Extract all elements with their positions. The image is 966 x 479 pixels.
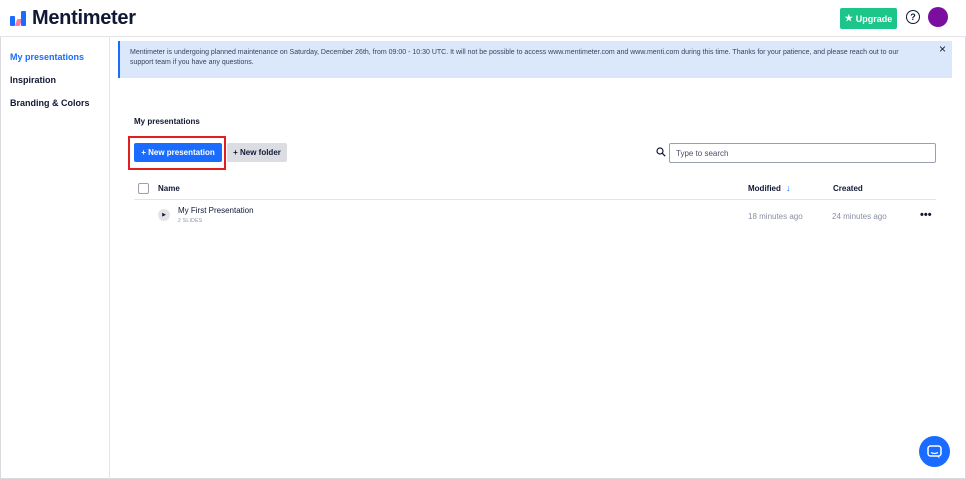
page-title: My presentations <box>134 117 200 126</box>
table-header: Name Modified ↓ Created <box>134 181 936 200</box>
avatar[interactable] <box>928 7 948 27</box>
upgrade-button[interactable]: ★ Upgrade <box>840 8 897 29</box>
search-input[interactable] <box>669 143 936 163</box>
search-icon <box>656 147 666 157</box>
play-icon[interactable]: ▶ <box>158 209 170 221</box>
maintenance-banner: Mentimeter is undergoing planned mainten… <box>118 41 952 78</box>
presentation-title[interactable]: My First Presentation <box>178 206 254 215</box>
brand-name: Mentimeter <box>32 7 136 29</box>
column-modified[interactable]: Modified <box>748 184 781 193</box>
chat-support-button[interactable] <box>919 436 950 467</box>
new-folder-button[interactable]: + New folder <box>227 143 287 162</box>
mentimeter-logo[interactable]: Mentimeter <box>10 7 136 30</box>
modified-time: 18 minutes ago <box>748 212 803 221</box>
select-all-checkbox[interactable] <box>138 183 149 194</box>
column-created[interactable]: Created <box>833 184 863 193</box>
help-icon[interactable]: ? <box>906 10 920 24</box>
upgrade-label: Upgrade <box>855 13 893 24</box>
sort-down-icon[interactable]: ↓ <box>786 183 791 193</box>
sidebar: My presentations Inspiration Branding & … <box>0 37 110 479</box>
new-presentation-button[interactable]: + New presentation <box>134 143 222 162</box>
column-name[interactable]: Name <box>158 184 180 193</box>
created-time: 24 minutes ago <box>832 212 887 221</box>
sidebar-item-branding-colors[interactable]: Branding & Colors <box>10 98 90 108</box>
banner-text: Mentimeter is undergoing planned mainten… <box>130 49 899 66</box>
close-icon[interactable]: × <box>939 43 946 55</box>
sidebar-item-my-presentations[interactable]: My presentations <box>10 52 84 62</box>
chat-icon <box>927 444 942 458</box>
table-row[interactable]: ▶ My First Presentation 2 SLIDES 18 minu… <box>134 203 936 228</box>
more-options-icon[interactable]: ••• <box>920 209 932 221</box>
presentation-slide-count: 2 SLIDES <box>178 218 203 224</box>
logo-mark-icon <box>10 10 27 27</box>
top-header: Mentimeter ★ Upgrade ? <box>0 0 966 37</box>
sidebar-item-inspiration[interactable]: Inspiration <box>10 75 56 85</box>
star-icon: ★ <box>844 13 853 23</box>
